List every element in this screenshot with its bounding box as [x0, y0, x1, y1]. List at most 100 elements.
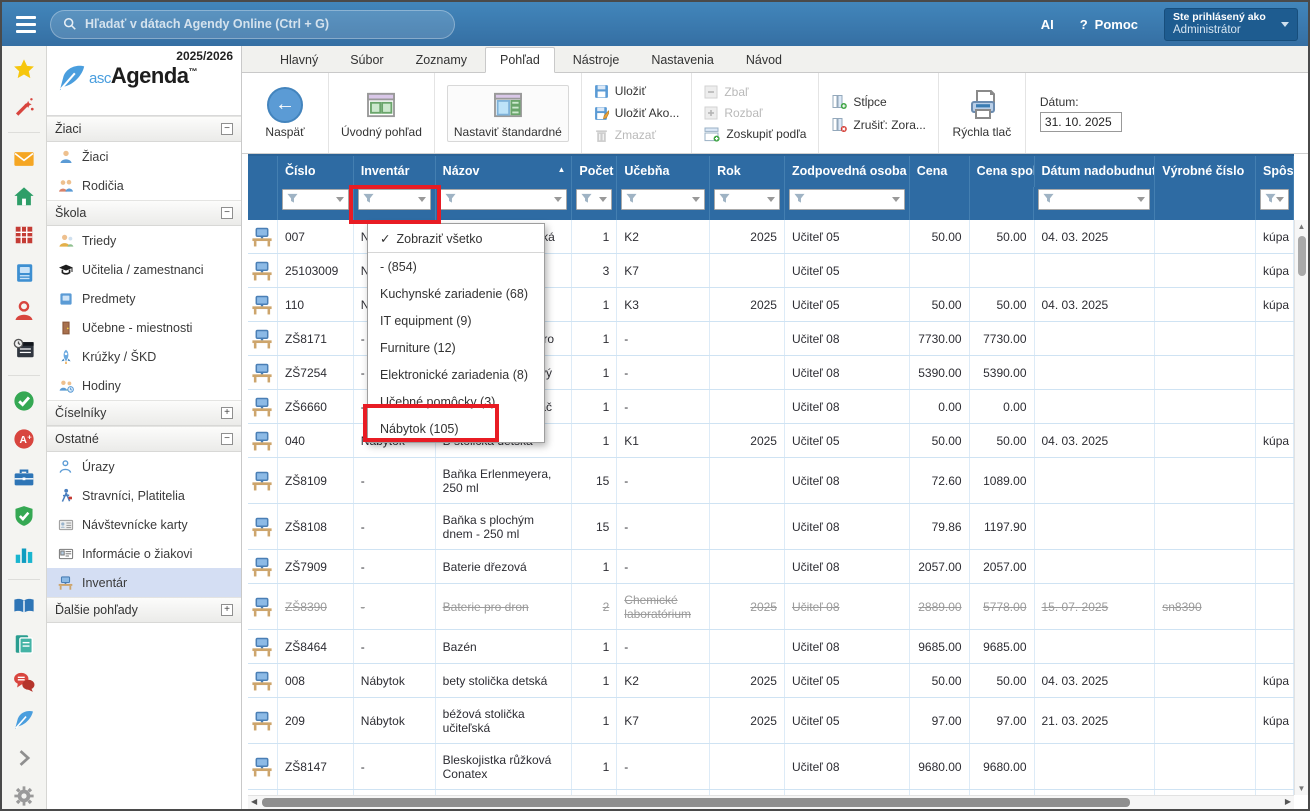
dropdown-option-it-equipment-9-[interactable]: IT equipment (9) [368, 307, 544, 334]
expand-button[interactable]: Rozbaľ [704, 106, 806, 120]
notebook-icon[interactable] [11, 261, 37, 286]
quick-print-button[interactable]: Rýchla tlač [951, 88, 1013, 139]
dropdown-option-furniture-12-[interactable]: Furniture (12) [368, 334, 544, 361]
date-input[interactable] [1040, 112, 1122, 132]
tab-nastavenia[interactable]: Nastavenia [637, 48, 728, 72]
set-default-button[interactable]: Nastaviť štandardné [447, 85, 569, 142]
calendar-clock-icon[interactable] [11, 337, 37, 362]
column-header--slo[interactable]: Číslo [278, 156, 354, 187]
dropdown-option-n-bytok-105-[interactable]: Nábytok (105) [368, 415, 544, 442]
column-header-u-eb-a[interactable]: Učebňa [617, 156, 710, 187]
dropdown-option-zobrazi-v-etko[interactable]: ✓Zobraziť všetko [368, 224, 544, 253]
column-header-n-zov[interactable]: Názov▲ [436, 156, 573, 187]
sidebar-section--seln-ky[interactable]: Číselníky+ [47, 400, 241, 426]
column-header-v-robn-slo[interactable]: Výrobné číslo [1155, 156, 1256, 187]
dropdown-option-elektronick-zariadenia-8-[interactable]: Elektronické zariadenia (8) [368, 361, 544, 388]
column-filter-zodpovedn-osoba[interactable] [789, 189, 905, 210]
collapse-section-icon[interactable]: − [221, 207, 233, 219]
sidebar-item-inventár[interactable]: Inventár [47, 568, 241, 597]
sidebar-item-návštevnícke-karty[interactable]: Návštevnícke karty [47, 510, 241, 539]
sidebar-item-informácie-o-žiakovi[interactable]: Informácie o žiakovi [47, 539, 241, 568]
sidebar-item-učitelia-zamestnanci[interactable]: Učitelia / zamestnanci [47, 255, 241, 284]
column-header-d-tum-nadobudnutia[interactable]: Dátum nadobudnutia [1035, 156, 1156, 187]
horizontal-scrollbar[interactable]: ◀ ▶ [248, 795, 1294, 809]
table-row[interactable]: ZŠ8464-Bazén1-Učiteľ 089685.009685.00 [248, 630, 1294, 664]
sidebar-item-predmety[interactable]: Predmety [47, 284, 241, 313]
expand-chevron-icon[interactable] [11, 746, 37, 771]
tab-n-vod[interactable]: Návod [732, 48, 796, 72]
scroll-right-icon[interactable]: ▶ [1285, 797, 1291, 806]
cancel-sort-button[interactable]: Zrušiť: Zora... [831, 117, 926, 133]
column-filter-invent-r[interactable] [358, 189, 431, 210]
column-header-icon[interactable] [248, 156, 278, 187]
scroll-left-icon[interactable]: ◀ [251, 797, 257, 806]
sidebar-item-rodičia[interactable]: Rodičia [47, 171, 241, 200]
expand-section-icon[interactable]: + [221, 407, 233, 419]
tab-poh-ad[interactable]: Pohľad [485, 47, 555, 73]
dropdown-option-kuchynsk-zariadenie-68-[interactable]: Kuchynské zariadenie (68) [368, 280, 544, 307]
dropdown-option-u-ebn-pom-cky-3-[interactable]: Učebné pomôcky (3) [368, 388, 544, 415]
scroll-down-icon[interactable]: ▼ [1295, 784, 1308, 793]
briefcase-icon[interactable] [11, 465, 37, 490]
attendance-check-icon[interactable] [11, 389, 37, 414]
table-row[interactable]: ZŠ8390-Baterie pro dron2Chemické laborat… [248, 584, 1294, 630]
horizontal-scroll-thumb[interactable] [262, 798, 1130, 807]
column-header-po-et[interactable]: Počet [572, 156, 617, 187]
column-filter-po-et[interactable] [576, 189, 612, 210]
library-icon[interactable] [11, 593, 37, 618]
global-search[interactable] [50, 10, 455, 39]
hamburger-menu-icon[interactable] [10, 9, 44, 39]
grades-icon[interactable]: A+ [11, 427, 37, 452]
table-row[interactable]: ZŠ8109-Baňka Erlenmeyera, 250 ml15-Učite… [248, 458, 1294, 504]
column-filter-u-eb-a[interactable] [621, 189, 705, 210]
table-row[interactable]: ZŠ8108-Baňka s plochým dnem - 250 ml15-U… [248, 504, 1294, 550]
sidebar-item-stravníci-platitelia[interactable]: Stravníci, Platitelia [47, 481, 241, 510]
column-filter-rok[interactable] [714, 189, 780, 210]
magic-wand-icon[interactable] [11, 94, 37, 119]
expand-section-icon[interactable]: + [221, 604, 233, 616]
delete-button[interactable]: Zmazať [594, 128, 680, 143]
stats-icon[interactable] [11, 541, 37, 566]
sidebar-item-učebne-miestnosti[interactable]: Učebne - miestnosti [47, 313, 241, 342]
sidebar-item-hodiny[interactable]: Hodiny [47, 371, 241, 400]
column-header-cena-spolu[interactable]: Cena spolu [970, 156, 1035, 187]
collapse-section-icon[interactable]: − [221, 433, 233, 445]
vertical-scrollbar[interactable]: ▲ ▼ [1294, 220, 1308, 795]
tab-hlavn-[interactable]: Hlavný [266, 48, 332, 72]
sidebar-item-žiaci[interactable]: Žiaci [47, 142, 241, 171]
mail-icon[interactable] [11, 146, 37, 171]
tab-n-stroje[interactable]: Nástroje [559, 48, 634, 72]
collapse-button[interactable]: Zbaľ [704, 85, 806, 99]
save-as-button[interactable]: Uložiť Ako... [594, 106, 680, 121]
column-header-invent-r[interactable]: Inventár [354, 156, 436, 187]
back-button[interactable]: ← Naspäť [254, 88, 316, 139]
column-header-sp-sob[interactable]: Spôsob [1256, 156, 1294, 187]
gear-icon[interactable] [11, 784, 37, 809]
columns-button[interactable]: Stĺpce [831, 94, 926, 110]
ai-button[interactable]: AI [1041, 17, 1054, 32]
asc-pen-icon[interactable] [11, 708, 37, 733]
column-header-rok[interactable]: Rok [710, 156, 785, 187]
sidebar-section--al-ie-poh-ady[interactable]: Ďalšie pohľady+ [47, 597, 241, 623]
help-button[interactable]: ? Pomoc [1080, 17, 1138, 32]
sidebar-section-ostatn-[interactable]: Ostatné− [47, 426, 241, 452]
messages-icon[interactable] [11, 670, 37, 695]
group-by-button[interactable]: Zoskupiť podľa [704, 127, 806, 142]
column-header-zodpovedn-osoba[interactable]: Zodpovedná osoba [785, 156, 910, 187]
security-shield-icon[interactable] [11, 503, 37, 528]
vertical-scroll-thumb[interactable] [1298, 236, 1306, 276]
tab-s-bor[interactable]: Súbor [336, 48, 397, 72]
column-filter-sp-sob[interactable] [1260, 189, 1289, 210]
table-row[interactable]: 209Nábytokbéžová stolička učiteľská1K720… [248, 698, 1294, 744]
save-button[interactable]: Uložiť [594, 84, 680, 99]
sidebar-item-úrazy[interactable]: Úrazy [47, 452, 241, 481]
timetable-icon[interactable] [11, 222, 37, 247]
column-filter--slo[interactable] [282, 189, 349, 210]
dropdown-option--854-[interactable]: - (854) [368, 253, 544, 280]
table-row[interactable]: 008Nábytokbety stolička detská1K22025Uči… [248, 664, 1294, 698]
collapse-section-icon[interactable]: − [221, 123, 233, 135]
column-header-cena[interactable]: Cena [910, 156, 970, 187]
tab-zoznamy[interactable]: Zoznamy [402, 48, 481, 72]
sidebar-item-krúžky-škd[interactable]: Krúžky / ŠKD [47, 342, 241, 371]
person-icon[interactable] [11, 299, 37, 324]
